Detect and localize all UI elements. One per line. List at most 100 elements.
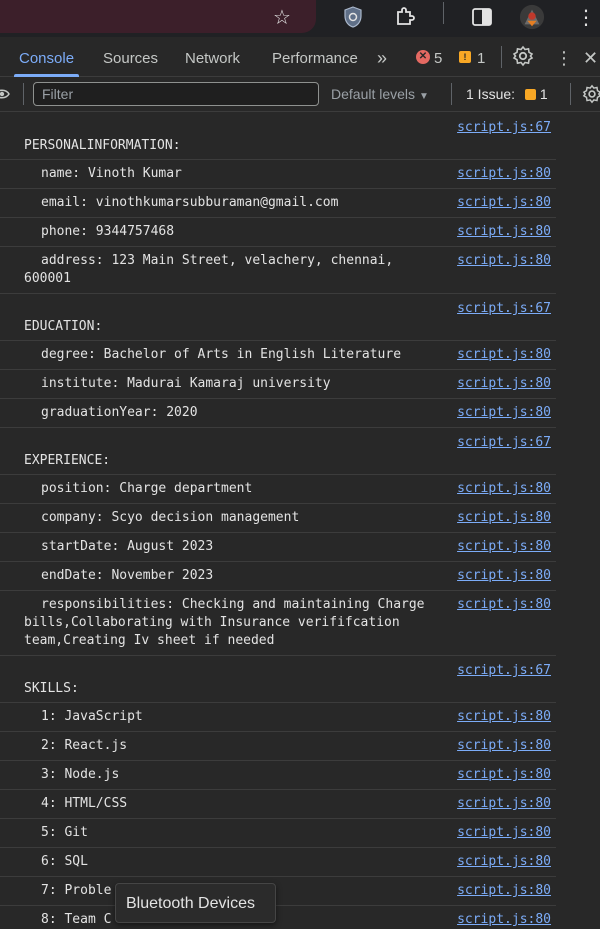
source-link[interactable]: script.js:80 [457, 194, 551, 212]
console-log-row: script.js:80 1: JavaScript [0, 703, 556, 732]
console-log-row: script.js:80 position: Charge department [0, 475, 556, 504]
console-toolbar: Default levels ▼ 1 Issue: 1 [0, 77, 600, 112]
group-title: EXPERIENCE: [24, 453, 111, 468]
more-tabs-chevron-icon[interactable]: » [377, 37, 387, 77]
console-log-row: script.js:80 responsibilities: Checking a… [0, 591, 556, 656]
console-log-row: script.js:80 8: Team C [0, 906, 556, 929]
tab-sources[interactable]: Sources [103, 37, 158, 77]
issues-button[interactable]: 1 Issue: 1 [466, 86, 548, 102]
console-log-row: script.js:80 2: React.js [0, 732, 556, 761]
source-link[interactable]: script.js:80 [457, 165, 551, 183]
log-text: email: vinothkumarsubburaman@gmail.com [41, 195, 339, 210]
console-log-row: script.js:80 institute: Madurai Kamaraj u… [0, 370, 556, 399]
error-count[interactable]: 5 [434, 37, 442, 77]
log-text: degree: Bachelor of Arts in English Lite… [41, 347, 402, 362]
console-log-row: script.js:80 5: Git [0, 819, 556, 848]
toolbar-separator [443, 2, 444, 24]
profile-avatar-icon[interactable] [519, 4, 545, 30]
log-text: 2: React.js [41, 738, 128, 753]
source-link[interactable]: script.js:67 [457, 300, 551, 318]
settings-gear-icon[interactable] [512, 45, 536, 69]
tab-performance[interactable]: Performance [272, 37, 358, 77]
eye-icon[interactable] [0, 86, 10, 102]
filter-input[interactable] [33, 82, 319, 106]
source-link[interactable]: script.js:80 [457, 252, 551, 270]
log-text: 3: Node.js [41, 767, 120, 782]
log-text: institute: Madurai Kamaraj university [41, 376, 331, 391]
console-settings-gear-icon[interactable] [582, 84, 600, 109]
devtools-tab-bar: Console Sources Network Performance » ✕ … [0, 37, 600, 77]
console-log-row: script.js:80 startDate: August 2023 [0, 533, 556, 562]
console-log-row: script.js:80 7: Proble [0, 877, 556, 906]
source-link[interactable]: script.js:80 [457, 480, 551, 498]
toolbar-separator [570, 83, 571, 105]
source-link[interactable]: script.js:80 [457, 766, 551, 784]
source-link[interactable]: script.js:80 [457, 882, 551, 900]
source-link[interactable]: script.js:67 [457, 434, 551, 452]
sidepanel-icon[interactable] [469, 4, 495, 30]
console-log-row: script.js:80 company: Scyo decision manag… [0, 504, 556, 533]
source-link[interactable]: script.js:80 [457, 824, 551, 842]
bluetooth-devices-tooltip: Bluetooth Devices [115, 883, 276, 923]
console-log-row: script.js:80 endDate: November 2023 [0, 562, 556, 591]
extensions-icon[interactable] [392, 4, 418, 30]
source-link[interactable]: script.js:80 [457, 346, 551, 364]
group-title: EDUCATION: [24, 319, 103, 334]
source-link[interactable]: script.js:80 [457, 737, 551, 755]
issues-label: 1 Issue: [466, 86, 516, 102]
log-levels-dropdown[interactable]: Default levels ▼ [331, 86, 429, 102]
error-icon[interactable]: ✕ [416, 50, 430, 64]
vpn-icon[interactable] [340, 4, 366, 30]
source-link[interactable]: script.js:80 [457, 911, 551, 929]
source-link[interactable]: script.js:80 [457, 223, 551, 241]
console-log-row: script.js:80 name: Vinoth Kumar [0, 160, 556, 189]
toolbar-separator [23, 83, 24, 105]
console-log-row: script.js:80 degree: Bachelor of Arts in … [0, 341, 556, 370]
console-log-row: script.js:80 address: 123 Main Street, ve… [0, 247, 556, 294]
console-group-header: script.js:67 PERSONALINFORMATION: [0, 113, 556, 160]
source-link[interactable]: script.js:80 [457, 567, 551, 585]
log-text: 4: HTML/CSS [41, 796, 128, 811]
source-link[interactable]: script.js:67 [457, 119, 551, 137]
source-link[interactable]: script.js:80 [457, 509, 551, 527]
source-link[interactable]: script.js:80 [457, 708, 551, 726]
console-output: script.js:67 PERSONALINFORMATION: script… [0, 113, 556, 929]
source-link[interactable]: script.js:80 [457, 538, 551, 556]
devtools-menu-icon[interactable]: ⋮ [555, 37, 573, 77]
tab-console[interactable]: Console [13, 37, 80, 77]
log-text: endDate: November 2023 [41, 568, 214, 583]
issues-count: 1 [539, 86, 548, 102]
source-link[interactable]: script.js:67 [457, 662, 551, 680]
browser-toolbar: ☆ ⋮ [0, 0, 600, 37]
source-link[interactable]: script.js:80 [457, 375, 551, 393]
group-title: PERSONALINFORMATION: [24, 138, 181, 153]
log-text: responsibilities: Checking and maintaini… [24, 597, 433, 648]
console-group-header: script.js:67 SKILLS: [0, 656, 556, 703]
log-text: company: Scyo decision management [41, 510, 300, 525]
source-link[interactable]: script.js:80 [457, 795, 551, 813]
log-text: name: Vinoth Kumar [41, 166, 182, 181]
dropdown-caret-icon: ▼ [418, 91, 429, 102]
console-log-row: script.js:80 6: SQL [0, 848, 556, 877]
more-vert-icon[interactable]: ⋮ [573, 4, 599, 30]
console-log-row: script.js:80 phone: 9344757468 [0, 218, 556, 247]
issue-warning-icon [524, 89, 536, 100]
warning-count[interactable]: 1 [477, 37, 485, 77]
star-icon[interactable]: ☆ [269, 4, 295, 30]
warning-icon[interactable]: ! [459, 51, 471, 63]
console-log-row: script.js:80 4: HTML/CSS [0, 790, 556, 819]
log-text: 1: JavaScript [41, 709, 143, 724]
console-log-row: script.js:80 3: Node.js [0, 761, 556, 790]
tab-network[interactable]: Network [185, 37, 240, 77]
log-text: position: Charge department [41, 481, 253, 496]
log-text: address: 123 Main Street, velachery, che… [24, 253, 402, 286]
console-log-row: script.js:80 email: vinothkumarsubburaman… [0, 189, 556, 218]
console-group-header: script.js:67 EDUCATION: [0, 294, 556, 341]
console-scroll-gutter[interactable] [556, 113, 600, 929]
source-link[interactable]: script.js:80 [457, 596, 551, 614]
console-group-header: script.js:67 EXPERIENCE: [0, 428, 556, 475]
close-devtools-icon[interactable]: ✕ [583, 37, 598, 77]
source-link[interactable]: script.js:80 [457, 853, 551, 871]
source-link[interactable]: script.js:80 [457, 404, 551, 422]
log-text: phone: 9344757468 [41, 224, 175, 239]
